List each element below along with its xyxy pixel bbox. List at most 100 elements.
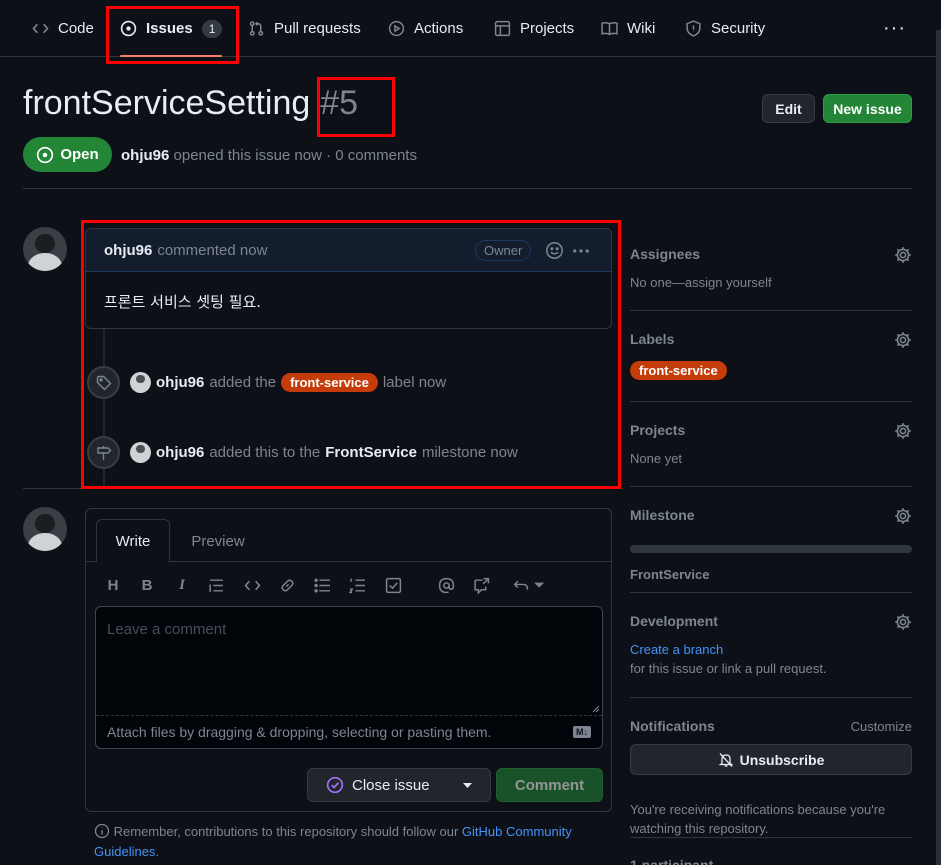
sidebar-divider	[630, 837, 912, 838]
owner-badge: Owner	[475, 240, 532, 261]
event-author-link[interactable]: ohju96	[156, 374, 204, 391]
issue-title: frontServiceSetting #5	[23, 84, 358, 123]
selected-tab-underline	[120, 55, 223, 57]
gear-icon[interactable]	[894, 613, 912, 631]
contribution-note: Remember, contributions to this reposito…	[94, 823, 572, 859]
repo-nav: Code Issues 1 Pull requests Actions Proj…	[0, 0, 941, 57]
comment-textarea[interactable]: Leave a comment Attach files by dragging…	[95, 606, 603, 749]
attach-files-text: Attach files by dragging & dropping, sel…	[107, 724, 492, 740]
timeline-label-event: ohju96 added the front-service label now	[130, 372, 446, 393]
issue-title-text: frontServiceSetting	[23, 84, 311, 122]
sidebar-divider	[630, 310, 912, 311]
new-issue-button[interactable]: New issue	[823, 94, 912, 123]
book-icon	[601, 22, 618, 36]
sidebar-heading: Development	[630, 613, 718, 629]
close-issue-button[interactable]: Close issue	[307, 768, 491, 802]
tab-pull-requests[interactable]: Pull requests	[248, 0, 361, 57]
table-icon	[494, 20, 511, 37]
issues-counter: 1	[201, 19, 223, 38]
quote-icon[interactable]	[208, 577, 225, 594]
create-branch-link[interactable]: Create a branch	[630, 642, 912, 657]
saved-replies-icon[interactable]	[512, 577, 545, 594]
chevron-down-icon[interactable]	[463, 783, 472, 789]
issue-comment: ohju96 commented now Owner 프론트 서비스 셋팅 필요…	[85, 228, 612, 329]
milestone-icon	[96, 445, 111, 460]
unordered-list-icon[interactable]	[314, 577, 331, 594]
avatar[interactable]	[130, 372, 151, 393]
tab-actions[interactable]: Actions	[388, 0, 463, 57]
milestone-link[interactable]: FrontService	[325, 444, 417, 461]
gear-icon[interactable]	[894, 422, 912, 440]
sidebar-development: Development Create a branch for this iss…	[630, 613, 912, 676]
tab-projects[interactable]: Projects	[494, 0, 574, 57]
bold-icon[interactable]: B	[139, 577, 155, 594]
tab-issues[interactable]: Issues 1	[112, 0, 230, 57]
bell-slash-icon	[717, 752, 734, 767]
sidebar-divider	[630, 697, 912, 698]
timeline-divider	[23, 488, 85, 489]
sidebar-heading[interactable]: Milestone	[630, 507, 912, 523]
sidebar-heading[interactable]: Assignees	[630, 246, 912, 262]
avatar[interactable]	[23, 227, 67, 271]
italic-icon[interactable]: I	[174, 577, 190, 593]
scrollbar[interactable]	[936, 30, 941, 865]
tab-preview[interactable]: Preview	[178, 519, 258, 563]
tab-code[interactable]: Code	[32, 0, 94, 57]
milestone-link[interactable]: FrontService	[630, 567, 912, 582]
label-pill[interactable]: front-service	[630, 361, 727, 380]
code-icon[interactable]	[244, 577, 261, 594]
kebab-horizontal-icon[interactable]	[571, 241, 591, 261]
heading-icon[interactable]: H	[105, 577, 121, 594]
customize-link[interactable]: Customize	[851, 719, 912, 734]
gear-icon[interactable]	[894, 507, 912, 525]
tab-security[interactable]: Security	[685, 0, 765, 57]
ordered-list-icon[interactable]	[349, 577, 366, 594]
sidebar-divider	[630, 592, 912, 593]
issue-closed-icon	[326, 776, 344, 794]
sidebar-heading[interactable]: Projects	[630, 422, 912, 438]
timeline-milestone-event: ohju96 added this to the FrontService mi…	[130, 442, 518, 463]
development-hint: for this issue or link a pull request.	[630, 661, 827, 676]
label-pill[interactable]: front-service	[281, 373, 378, 392]
link-icon[interactable]	[279, 577, 296, 594]
more-tabs-button[interactable]: ···	[883, 0, 906, 57]
markdown-icon[interactable]: M↓	[573, 726, 591, 738]
avatar[interactable]	[23, 507, 67, 551]
status-badge: Open	[23, 137, 112, 172]
gear-icon[interactable]	[894, 331, 912, 349]
comment-button[interactable]: Comment	[496, 768, 603, 802]
tasklist-icon[interactable]	[385, 577, 402, 594]
gear-icon[interactable]	[894, 246, 912, 264]
cross-reference-icon[interactable]	[473, 577, 490, 594]
play-icon	[388, 20, 405, 37]
issue-opened-icon	[37, 146, 54, 163]
sidebar-projects: Projects None yet	[630, 422, 912, 466]
attach-files-bar[interactable]: Attach files by dragging & dropping, sel…	[96, 715, 602, 748]
sidebar-labels: Labels front-service	[630, 331, 912, 380]
issue-author-link[interactable]: ohju96	[121, 147, 169, 164]
issue-opened-icon	[120, 20, 137, 37]
avatar[interactable]	[130, 442, 151, 463]
assignees-value[interactable]: No one—assign yourself	[630, 275, 912, 290]
tab-wiki[interactable]: Wiki	[601, 0, 655, 57]
comment-author-link[interactable]: ohju96	[104, 242, 152, 259]
edit-button[interactable]: Edit	[762, 94, 815, 123]
editor-tabs: Write Preview	[86, 509, 611, 563]
resize-handle-icon[interactable]	[592, 705, 600, 713]
sidebar-assignees: Assignees No one—assign yourself	[630, 246, 912, 296]
notifications-hint: You're receiving notifications because y…	[630, 802, 886, 836]
event-author-link[interactable]: ohju96	[156, 444, 204, 461]
tab-write[interactable]: Write	[96, 519, 170, 563]
shield-icon	[686, 20, 701, 37]
comment-timestamp[interactable]: commented now	[157, 242, 267, 259]
unsubscribe-button[interactable]: Unsubscribe	[630, 744, 912, 775]
sidebar-notifications: Notifications Customize Unsubscribe You'…	[630, 718, 912, 838]
code-icon	[32, 23, 49, 34]
sidebar-heading: 1 participant	[630, 857, 714, 865]
sidebar-divider	[630, 401, 912, 402]
sidebar-heading[interactable]: Labels	[630, 331, 912, 347]
smiley-icon[interactable]	[545, 241, 564, 260]
mention-icon[interactable]	[438, 577, 455, 594]
tag-icon	[96, 375, 111, 390]
timeline-event-icon	[87, 366, 120, 399]
